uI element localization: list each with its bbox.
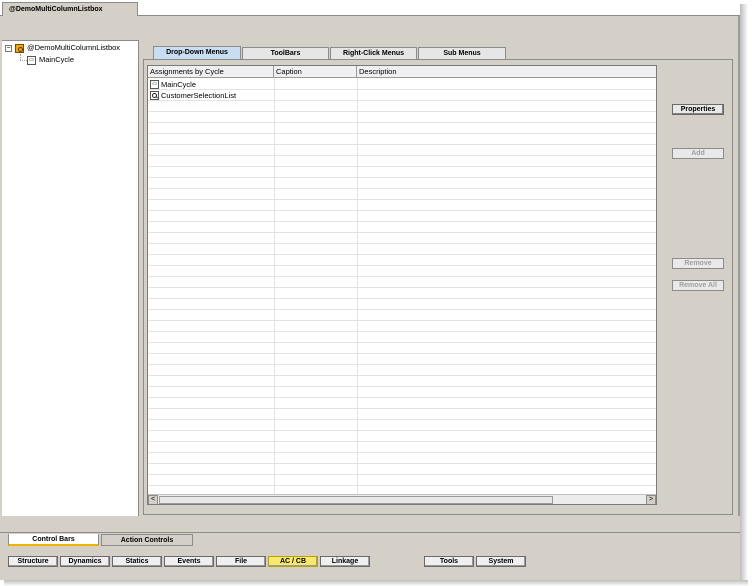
menu-type-tabs: Drop-Down Menus ToolBars Right-Click Men… — [0, 46, 740, 59]
grid-header: Assignments by Cycle Caption Description — [148, 66, 656, 78]
tab-action-controls[interactable]: Action Controls — [101, 534, 193, 546]
empty-table-row — [148, 453, 656, 464]
column-header-caption[interactable]: Caption — [274, 66, 357, 78]
empty-table-row — [148, 409, 656, 420]
empty-table-row — [148, 244, 656, 255]
tab-right-click-menus[interactable]: Right-Click Menus — [330, 47, 417, 59]
empty-table-row — [148, 387, 656, 398]
horizontal-scrollbar[interactable]: < > — [148, 494, 656, 504]
tab-drop-down-menus[interactable]: Drop-Down Menus — [153, 46, 241, 59]
scroll-left-icon[interactable]: < — [148, 495, 158, 504]
bottom-toolbar — [0, 516, 740, 580]
empty-table-row — [148, 200, 656, 211]
search-list-icon — [150, 91, 159, 100]
remove-button[interactable]: Remove — [672, 258, 724, 269]
empty-table-row — [148, 332, 656, 343]
cell-assignment: MainCycle — [161, 80, 197, 89]
add-button[interactable]: Add — [672, 148, 724, 159]
empty-table-row — [148, 112, 656, 123]
window-shadow-bottom — [4, 580, 748, 586]
empty-table-row — [148, 475, 656, 486]
empty-table-row — [148, 277, 656, 288]
nav-linkage-button[interactable]: Linkage — [320, 556, 370, 567]
empty-table-row — [148, 310, 656, 321]
nav-events-button[interactable]: Events — [164, 556, 214, 567]
empty-table-row — [148, 354, 656, 365]
empty-table-row — [148, 255, 656, 266]
tree-connector — [20, 60, 27, 61]
scroll-thumb[interactable] — [159, 496, 553, 504]
empty-table-row — [148, 398, 656, 409]
table-row[interactable]: ▭ MainCycle — [148, 79, 656, 90]
empty-table-row — [148, 145, 656, 156]
nav-dynamics-button[interactable]: Dynamics — [60, 556, 110, 567]
empty-table-row — [148, 343, 656, 354]
nav-statics-button[interactable]: Statics — [112, 556, 162, 567]
column-header-description[interactable]: Description — [357, 66, 656, 78]
remove-all-button[interactable]: Remove All — [672, 280, 724, 291]
window-shadow-right — [740, 4, 748, 584]
tab-sub-menus[interactable]: Sub Menus — [418, 47, 506, 59]
empty-table-row — [148, 266, 656, 277]
cycle-icon: ▭ — [150, 80, 159, 89]
empty-table-row — [148, 101, 656, 112]
empty-table-row — [148, 178, 656, 189]
document-tab-strip: @DemoMultiColumnListbox — [0, 0, 740, 16]
nav-file-button[interactable]: File — [216, 556, 266, 567]
empty-table-row — [148, 299, 656, 310]
nav-tools-button[interactable]: Tools — [424, 556, 474, 567]
tab-toolbars[interactable]: ToolBars — [242, 47, 329, 59]
empty-table-row — [148, 222, 656, 233]
table-row[interactable]: CustomerSelectionList — [148, 90, 656, 101]
properties-button[interactable]: Properties — [672, 104, 724, 115]
empty-table-row — [148, 288, 656, 299]
empty-table-row — [148, 211, 656, 222]
assignments-grid[interactable]: Assignments by Cycle Caption Description… — [147, 65, 657, 505]
empty-table-row — [148, 134, 656, 145]
divider — [0, 532, 740, 533]
tree-pane: − @DemoMultiColumnListbox ▭ MainCycle — [2, 40, 139, 516]
empty-table-row — [148, 442, 656, 453]
nav-ac-cb-button[interactable]: AC / CB — [268, 556, 318, 567]
empty-table-row — [148, 156, 656, 167]
empty-table-row — [148, 420, 656, 431]
column-header-assignments[interactable]: Assignments by Cycle — [148, 66, 274, 78]
scroll-right-icon[interactable]: > — [646, 495, 656, 504]
nav-system-button[interactable]: System — [476, 556, 526, 567]
empty-table-row — [148, 365, 656, 376]
nav-structure-button[interactable]: Structure — [8, 556, 58, 567]
empty-table-row — [148, 376, 656, 387]
empty-table-row — [148, 321, 656, 332]
document-tab[interactable]: @DemoMultiColumnListbox — [2, 2, 138, 16]
empty-table-row — [148, 123, 656, 134]
tab-control-bars[interactable]: Control Bars — [8, 534, 99, 546]
empty-table-row — [148, 431, 656, 442]
empty-table-row — [148, 233, 656, 244]
empty-table-row — [148, 167, 656, 178]
empty-table-row — [148, 189, 656, 200]
empty-table-row — [148, 464, 656, 475]
cell-assignment: CustomerSelectionList — [161, 91, 237, 100]
